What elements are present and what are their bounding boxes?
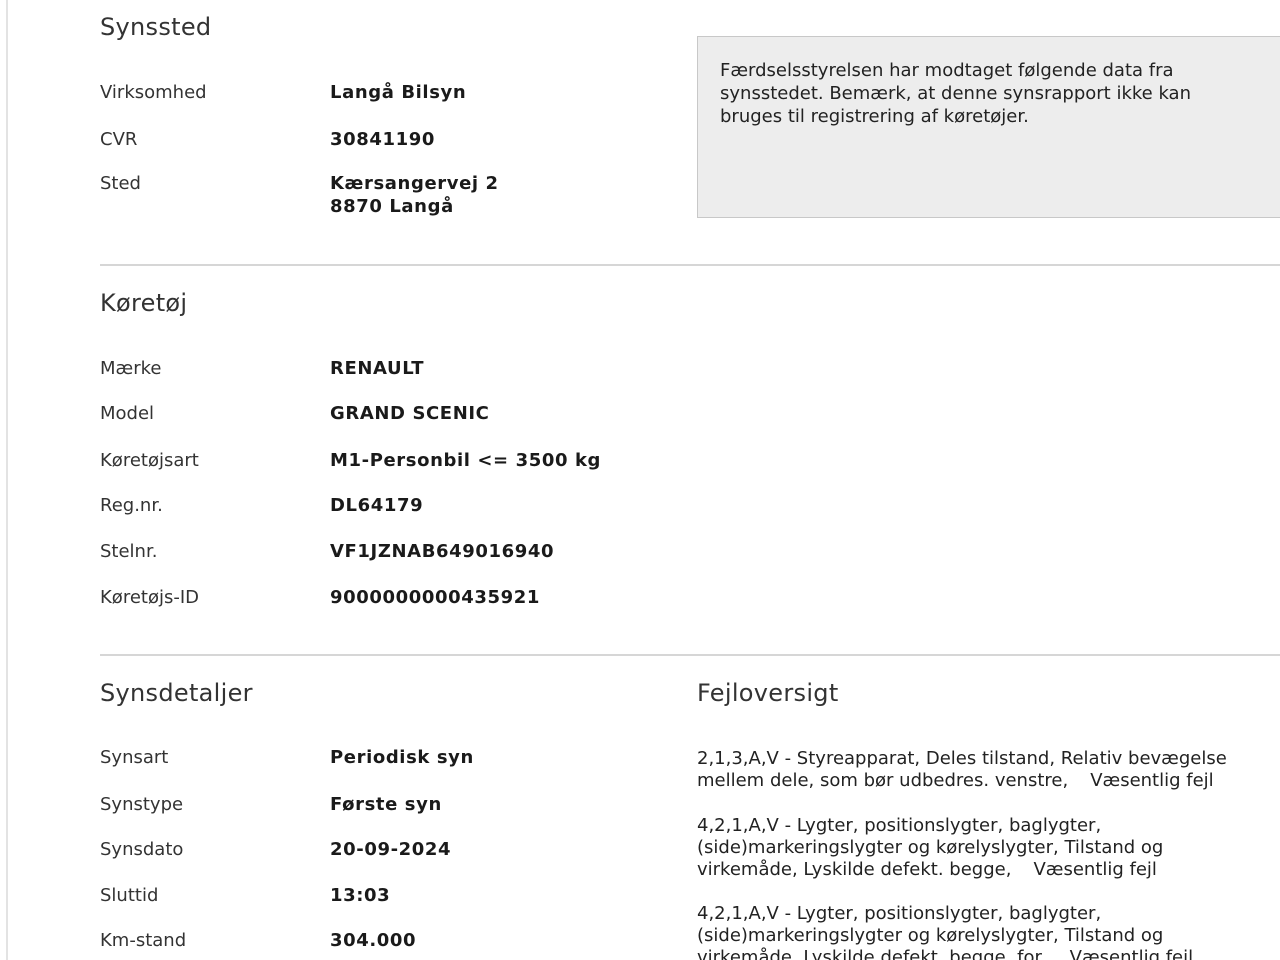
synsart-label: Synsart: [100, 747, 169, 768]
km-stand-value: 304.000: [330, 930, 417, 951]
info-notice-box: Færdselsstyrelsen har modtaget følgende …: [697, 36, 1280, 218]
info-notice-text: Færdselsstyrelsen har modtaget følgende …: [720, 60, 1191, 127]
koeretoejs-id-value: 9000000000435921: [330, 587, 540, 608]
koeretoej-heading: Køretøj: [100, 289, 188, 317]
sted-label: Sted: [100, 173, 141, 194]
synstype-value: Første syn: [330, 794, 442, 815]
fejloversigt-heading: Fejloversigt: [697, 679, 839, 707]
inspection-report-page: Synssted Virksomhed Langå Bilsyn CVR 308…: [0, 0, 1280, 960]
synsdetaljer-heading: Synsdetaljer: [100, 679, 253, 707]
fault-severity: Væsentlig fejl: [1069, 947, 1194, 960]
koeretoejs-id-label: Køretøjs-ID: [100, 587, 200, 608]
section-divider: [100, 654, 1280, 656]
synstype-label: Synstype: [100, 794, 184, 815]
regnr-label: Reg.nr.: [100, 495, 163, 516]
fault-item: 2,1,3,A,V - Styreapparat, Deles tilstand…: [697, 748, 1267, 792]
synsart-value: Periodisk syn: [330, 747, 474, 768]
left-border: [6, 0, 8, 960]
maerke-value: RENAULT: [330, 358, 425, 379]
stelnr-label: Stelnr.: [100, 541, 158, 562]
sluttid-value: 13:03: [330, 885, 391, 906]
sted-address-city: 8870 Langå: [330, 196, 454, 217]
sted-address-street: Kærsangervej 2: [330, 173, 499, 194]
km-stand-label: Km-stand: [100, 930, 187, 951]
fault-severity: Væsentlig fejl: [1090, 770, 1214, 791]
synsdato-label: Synsdato: [100, 839, 184, 860]
koeretoejsart-label: Køretøjsart: [100, 450, 199, 471]
stelnr-value: VF1JZNAB649016940: [330, 541, 555, 562]
regnr-value: DL64179: [330, 495, 424, 516]
model-label: Model: [100, 403, 155, 424]
virksomhed-value: Langå Bilsyn: [330, 82, 467, 103]
section-divider: [100, 264, 1280, 266]
cvr-value: 30841190: [330, 129, 435, 150]
synssted-heading: Synssted: [100, 13, 212, 41]
fault-item: 4,2,1,A,V - Lygter, positionslygter, bag…: [697, 903, 1267, 960]
fault-item: 4,2,1,A,V - Lygter, positionslygter, bag…: [697, 815, 1267, 881]
synsdato-value: 20-09-2024: [330, 839, 452, 860]
virksomhed-label: Virksomhed: [100, 82, 207, 103]
maerke-label: Mærke: [100, 358, 162, 379]
sluttid-label: Sluttid: [100, 885, 159, 906]
cvr-label: CVR: [100, 129, 138, 150]
fault-severity: Væsentlig fejl: [1033, 859, 1157, 880]
koeretoejsart-value: M1-Personbil <= 3500 kg: [330, 450, 602, 471]
model-value: GRAND SCENIC: [330, 403, 490, 424]
